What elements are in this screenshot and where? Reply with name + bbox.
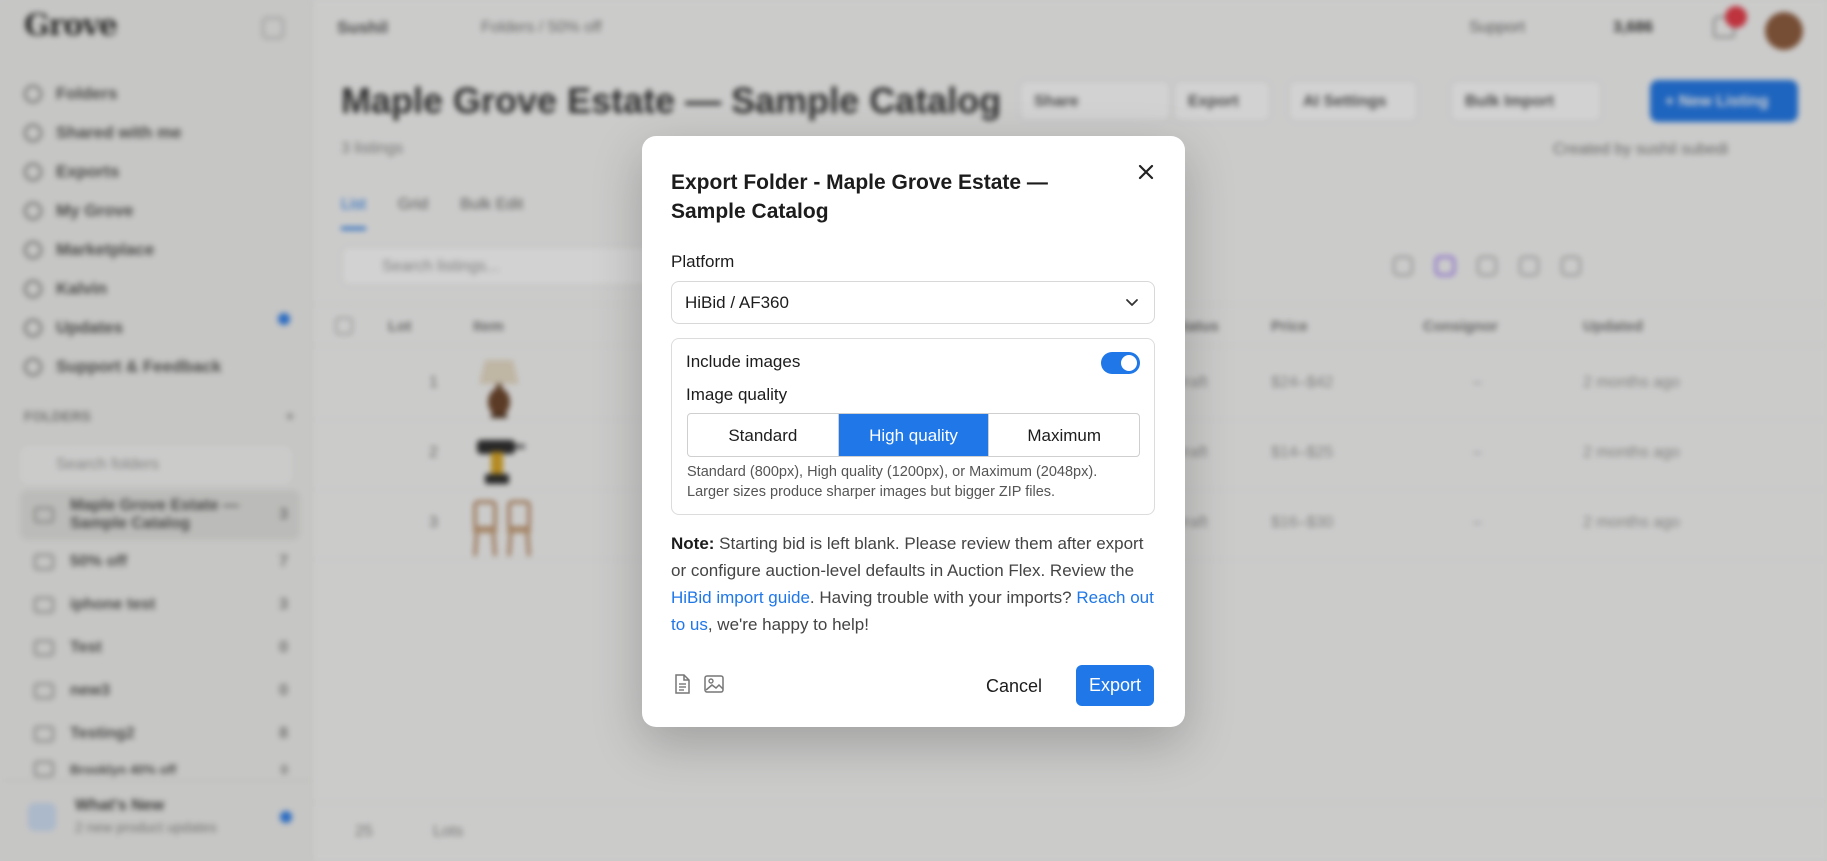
quality-help-text: Standard (800px), High quality (1200px),… xyxy=(687,464,1098,500)
document-icon xyxy=(675,674,690,694)
platform-value: HiBid / AF360 xyxy=(685,293,789,312)
chevron-down-icon xyxy=(1126,299,1138,306)
hibid-guide-link[interactable]: HiBid import guide xyxy=(671,588,810,607)
platform-label: Platform xyxy=(671,252,735,271)
include-images-label: Include images xyxy=(686,352,801,371)
toggle-knob xyxy=(1121,355,1137,371)
platform-select[interactable]: HiBid / AF360 xyxy=(671,281,1155,324)
image-quality-selector: Standard High quality Maximum xyxy=(687,413,1140,457)
include-images-toggle[interactable] xyxy=(1101,352,1140,374)
image-options-panel: Include images Image quality Standard Hi… xyxy=(671,338,1155,515)
export-dialog: Export Folder - Maple Grove Estate — Sam… xyxy=(642,136,1185,727)
export-button[interactable]: Export xyxy=(1076,665,1154,706)
note-text: Starting bid is left blank. Please revie… xyxy=(671,534,1144,580)
image-icon xyxy=(704,675,724,693)
quality-maximum-button[interactable]: Maximum xyxy=(989,414,1139,456)
note-prefix: Note: xyxy=(671,534,715,553)
dialog-title: Export Folder - Maple Grove Estate — Sam… xyxy=(671,171,1048,223)
image-quality-label: Image quality xyxy=(686,385,788,404)
export-note: Note: Starting bid is left blank. Please… xyxy=(671,530,1159,638)
quality-standard-button[interactable]: Standard xyxy=(688,414,839,456)
close-icon[interactable] xyxy=(1132,158,1160,186)
note-text: , we're happy to help! xyxy=(707,615,869,634)
note-text: . Having trouble with your imports? xyxy=(809,588,1077,607)
cancel-button[interactable]: Cancel xyxy=(964,666,1064,706)
quality-high-button[interactable]: High quality xyxy=(838,414,990,456)
